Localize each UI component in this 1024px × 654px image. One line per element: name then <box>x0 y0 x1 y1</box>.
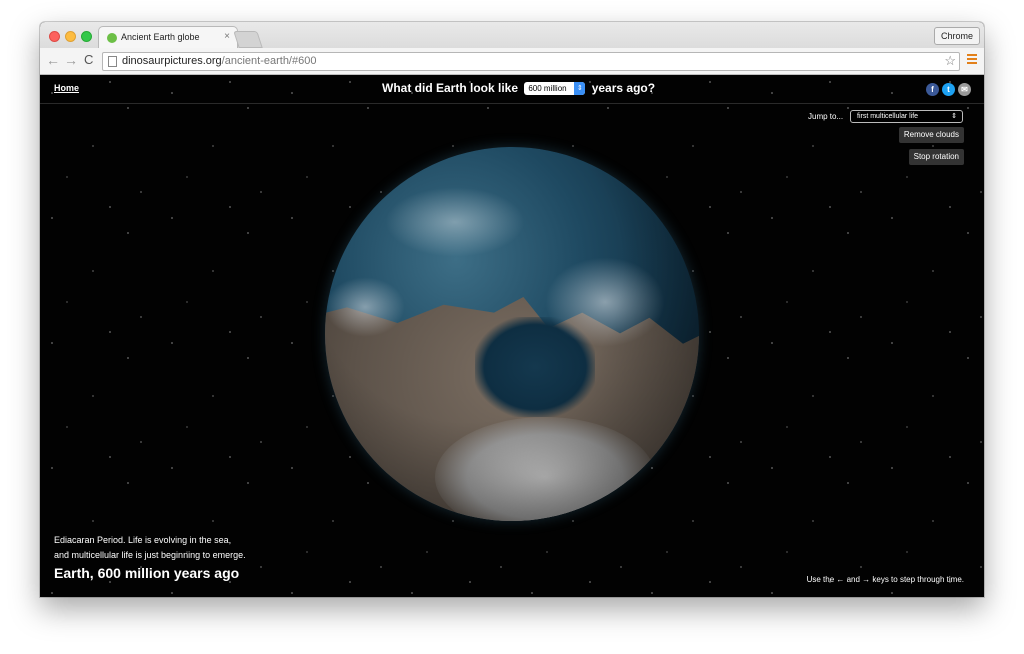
jump-label: Jump to... <box>808 112 844 121</box>
bookmark-star-icon[interactable]: ☆ <box>944 53 956 69</box>
twitter-icon[interactable]: t <box>942 83 955 96</box>
page-headline: What did Earth look like 600 million ⇕ ye… <box>382 81 656 96</box>
period-description: Ediacaran Period. Life is evolving in th… <box>54 533 246 563</box>
window-maximize-button[interactable] <box>81 31 92 42</box>
url-text[interactable]: dinosaurpictures.org/ancient-earth/#600 <box>122 55 316 67</box>
page-icon <box>108 56 117 67</box>
period-line-2: and multicellular life is just beginning… <box>54 550 246 560</box>
stop-rotation-button[interactable]: Stop rotation <box>908 149 964 165</box>
new-tab-button[interactable] <box>233 31 263 48</box>
tab-title: Ancient Earth globe <box>121 32 200 42</box>
email-icon[interactable]: ✉ <box>958 83 971 96</box>
select-arrow-icon: ⇕ <box>574 82 586 96</box>
globe-caption: Earth, 600 million years ago <box>54 565 240 581</box>
period-line-1: Ediacaran Period. Life is evolving in th… <box>54 535 232 545</box>
jump-select-arrow-icon: ⇕ <box>951 113 957 120</box>
window-minimize-button[interactable] <box>65 31 76 42</box>
browser-toolbar: ← → C dinosaurpictures.org/ancient-earth… <box>40 48 984 75</box>
chrome-menu-icon[interactable] <box>967 54 977 66</box>
favicon-icon <box>107 33 117 43</box>
tab-ancient-earth[interactable]: Ancient Earth globe × <box>98 26 238 49</box>
back-arrow-icon[interactable]: ← <box>46 52 60 68</box>
remove-clouds-button[interactable]: Remove clouds <box>898 127 964 143</box>
url-host: dinosaurpictures.org <box>122 55 222 67</box>
profile-button[interactable]: Chrome <box>933 27 980 45</box>
jump-select-value: first multicellular life <box>857 113 919 120</box>
globe-shading <box>325 147 699 521</box>
window-close-button[interactable] <box>49 31 60 42</box>
age-select-value: 600 million <box>528 84 567 94</box>
page-viewport: Home What did Earth look like 600 millio… <box>40 75 984 597</box>
headline-after: years ago? <box>591 81 656 95</box>
age-select[interactable]: 600 million ⇕ <box>524 82 586 96</box>
forward-arrow-icon[interactable]: → <box>64 52 78 68</box>
site-header: Home What did Earth look like 600 millio… <box>40 75 984 104</box>
home-link[interactable]: Home <box>54 83 79 93</box>
earth-globe[interactable] <box>325 147 699 521</box>
browser-window: Ancient Earth globe × Chrome ← → C dinos… <box>40 22 984 597</box>
facebook-icon[interactable]: f <box>926 83 939 96</box>
address-bar[interactable]: dinosaurpictures.org/ancient-earth/#600 … <box>102 52 960 71</box>
keyboard-hint: Use the ← and → keys to step through tim… <box>806 575 964 584</box>
headline-before: What did Earth look like <box>382 81 519 95</box>
tab-strip: Ancient Earth globe × Chrome <box>40 22 984 49</box>
jump-select[interactable]: first multicellular life ⇕ <box>850 110 963 123</box>
url-path: /ancient-earth/#600 <box>221 55 317 67</box>
tab-close-icon[interactable]: × <box>224 31 230 42</box>
reload-icon[interactable]: C <box>84 52 93 68</box>
